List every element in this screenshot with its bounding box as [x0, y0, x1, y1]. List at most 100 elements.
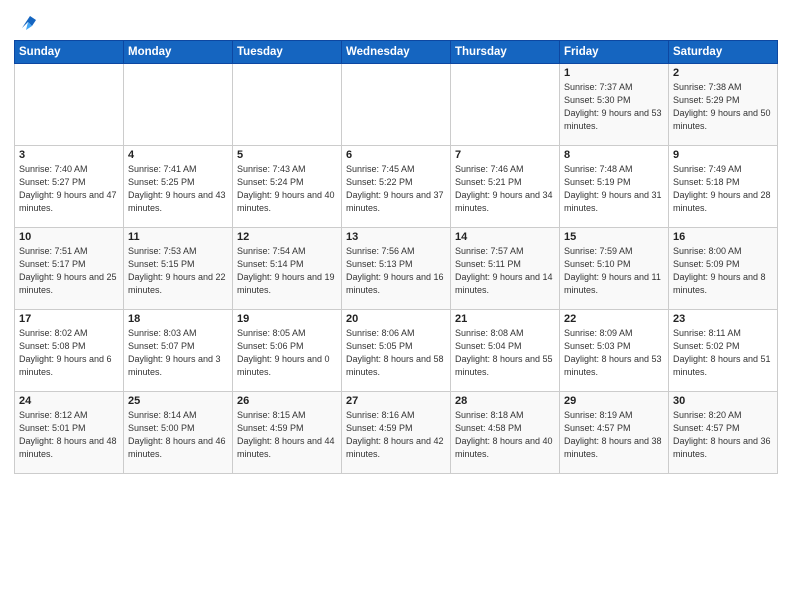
calendar-cell: 17 Sunrise: 8:02 AM Sunset: 5:08 PM Dayli… — [15, 310, 124, 392]
calendar-cell: 3 Sunrise: 7:40 AM Sunset: 5:27 PM Daylig… — [15, 146, 124, 228]
day-number: 29 — [564, 395, 664, 407]
calendar-cell — [342, 64, 451, 146]
day-number: 16 — [673, 231, 773, 243]
day-info: Sunrise: 7:54 AM Sunset: 5:14 PM Dayligh… — [237, 245, 337, 297]
day-number: 11 — [128, 231, 228, 243]
calendar-week-row: 1 Sunrise: 7:37 AM Sunset: 5:30 PM Daylig… — [15, 64, 778, 146]
calendar-week-row: 10 Sunrise: 7:51 AM Sunset: 5:17 PM Dayli… — [15, 228, 778, 310]
calendar-cell: 13 Sunrise: 7:56 AM Sunset: 5:13 PM Dayli… — [342, 228, 451, 310]
day-info: Sunrise: 7:57 AM Sunset: 5:11 PM Dayligh… — [455, 245, 555, 297]
calendar-cell: 26 Sunrise: 8:15 AM Sunset: 4:59 PM Dayli… — [233, 392, 342, 474]
day-number: 22 — [564, 313, 664, 325]
day-number: 19 — [237, 313, 337, 325]
weekday-header: Tuesday — [233, 41, 342, 64]
calendar-cell: 9 Sunrise: 7:49 AM Sunset: 5:18 PM Daylig… — [669, 146, 778, 228]
calendar-week-row: 24Sunrise: 8:12 AM Sunset: 5:01 PM Dayli… — [15, 392, 778, 474]
calendar-cell: 21Sunrise: 8:08 AM Sunset: 5:04 PM Dayli… — [451, 310, 560, 392]
day-info: Sunrise: 7:56 AM Sunset: 5:13 PM Dayligh… — [346, 245, 446, 297]
day-number: 27 — [346, 395, 446, 407]
calendar-cell: 2 Sunrise: 7:38 AM Sunset: 5:29 PM Daylig… — [669, 64, 778, 146]
day-number: 1 — [564, 67, 664, 79]
day-info: Sunrise: 8:02 AM Sunset: 5:08 PM Dayligh… — [19, 327, 119, 379]
day-number: 10 — [19, 231, 119, 243]
day-number: 28 — [455, 395, 555, 407]
calendar-cell: 11 Sunrise: 7:53 AM Sunset: 5:15 PM Dayli… — [124, 228, 233, 310]
calendar-header-row: SundayMondayTuesdayWednesdayThursdayFrid… — [15, 41, 778, 64]
calendar-cell: 27 Sunrise: 8:16 AM Sunset: 4:59 PM Dayli… — [342, 392, 451, 474]
weekday-header: Sunday — [15, 41, 124, 64]
calendar-cell: 22 Sunrise: 8:09 AM Sunset: 5:03 PM Dayli… — [560, 310, 669, 392]
weekday-header: Friday — [560, 41, 669, 64]
day-info: Sunrise: 8:06 AM Sunset: 5:05 PM Dayligh… — [346, 327, 446, 379]
calendar-cell: 28Sunrise: 8:18 AM Sunset: 4:58 PM Dayli… — [451, 392, 560, 474]
day-number: 15 — [564, 231, 664, 243]
day-info: Sunrise: 8:11 AM Sunset: 5:02 PM Dayligh… — [673, 327, 773, 379]
day-info: Sunrise: 7:48 AM Sunset: 5:19 PM Dayligh… — [564, 163, 664, 215]
day-info: Sunrise: 7:45 AM Sunset: 5:22 PM Dayligh… — [346, 163, 446, 215]
day-info: Sunrise: 8:03 AM Sunset: 5:07 PM Dayligh… — [128, 327, 228, 379]
logo — [14, 10, 40, 32]
page-container: SundayMondayTuesdayWednesdayThursdayFrid… — [0, 0, 792, 480]
day-info: Sunrise: 8:15 AM Sunset: 4:59 PM Dayligh… — [237, 409, 337, 461]
day-info: Sunrise: 7:43 AM Sunset: 5:24 PM Dayligh… — [237, 163, 337, 215]
page-header — [14, 10, 778, 32]
day-number: 6 — [346, 149, 446, 161]
calendar-cell: 6 Sunrise: 7:45 AM Sunset: 5:22 PM Daylig… — [342, 146, 451, 228]
weekday-header: Saturday — [669, 41, 778, 64]
calendar-cell: 16 Sunrise: 8:00 AM Sunset: 5:09 PM Dayli… — [669, 228, 778, 310]
calendar-cell: 15 Sunrise: 7:59 AM Sunset: 5:10 PM Dayli… — [560, 228, 669, 310]
day-info: Sunrise: 8:09 AM Sunset: 5:03 PM Dayligh… — [564, 327, 664, 379]
day-info: Sunrise: 7:59 AM Sunset: 5:10 PM Dayligh… — [564, 245, 664, 297]
calendar-week-row: 3 Sunrise: 7:40 AM Sunset: 5:27 PM Daylig… — [15, 146, 778, 228]
calendar-cell: 18 Sunrise: 8:03 AM Sunset: 5:07 PM Dayli… — [124, 310, 233, 392]
calendar-week-row: 17 Sunrise: 8:02 AM Sunset: 5:08 PM Dayli… — [15, 310, 778, 392]
day-number: 4 — [128, 149, 228, 161]
day-info: Sunrise: 8:00 AM Sunset: 5:09 PM Dayligh… — [673, 245, 773, 297]
day-number: 17 — [19, 313, 119, 325]
calendar-cell: 8 Sunrise: 7:48 AM Sunset: 5:19 PM Daylig… — [560, 146, 669, 228]
calendar-cell — [233, 64, 342, 146]
weekday-header: Wednesday — [342, 41, 451, 64]
day-info: Sunrise: 7:40 AM Sunset: 5:27 PM Dayligh… — [19, 163, 119, 215]
calendar-cell — [15, 64, 124, 146]
day-number: 14 — [455, 231, 555, 243]
calendar-cell: 5 Sunrise: 7:43 AM Sunset: 5:24 PM Daylig… — [233, 146, 342, 228]
day-number: 5 — [237, 149, 337, 161]
day-number: 7 — [455, 149, 555, 161]
day-info: Sunrise: 7:49 AM Sunset: 5:18 PM Dayligh… — [673, 163, 773, 215]
calendar-cell: 1 Sunrise: 7:37 AM Sunset: 5:30 PM Daylig… — [560, 64, 669, 146]
weekday-header: Thursday — [451, 41, 560, 64]
day-info: Sunrise: 7:37 AM Sunset: 5:30 PM Dayligh… — [564, 81, 664, 133]
calendar-cell: 12Sunrise: 7:54 AM Sunset: 5:14 PM Dayli… — [233, 228, 342, 310]
day-info: Sunrise: 8:20 AM Sunset: 4:57 PM Dayligh… — [673, 409, 773, 461]
day-number: 2 — [673, 67, 773, 79]
calendar-cell: 14 Sunrise: 7:57 AM Sunset: 5:11 PM Dayli… — [451, 228, 560, 310]
calendar-table: SundayMondayTuesdayWednesdayThursdayFrid… — [14, 40, 778, 474]
day-number: 23 — [673, 313, 773, 325]
calendar-cell: 24Sunrise: 8:12 AM Sunset: 5:01 PM Dayli… — [15, 392, 124, 474]
calendar-cell: 30 Sunrise: 8:20 AM Sunset: 4:57 PM Dayli… — [669, 392, 778, 474]
calendar-cell: 7 Sunrise: 7:46 AM Sunset: 5:21 PM Daylig… — [451, 146, 560, 228]
calendar-cell — [124, 64, 233, 146]
calendar-cell: 20Sunrise: 8:06 AM Sunset: 5:05 PM Dayli… — [342, 310, 451, 392]
day-number: 25 — [128, 395, 228, 407]
day-number: 8 — [564, 149, 664, 161]
calendar-cell — [451, 64, 560, 146]
day-info: Sunrise: 8:16 AM Sunset: 4:59 PM Dayligh… — [346, 409, 446, 461]
weekday-header: Monday — [124, 41, 233, 64]
day-number: 30 — [673, 395, 773, 407]
day-number: 18 — [128, 313, 228, 325]
day-info: Sunrise: 8:19 AM Sunset: 4:57 PM Dayligh… — [564, 409, 664, 461]
day-info: Sunrise: 7:53 AM Sunset: 5:15 PM Dayligh… — [128, 245, 228, 297]
calendar-cell: 4Sunrise: 7:41 AM Sunset: 5:25 PM Daylig… — [124, 146, 233, 228]
calendar-cell: 29 Sunrise: 8:19 AM Sunset: 4:57 PM Dayli… — [560, 392, 669, 474]
day-info: Sunrise: 7:38 AM Sunset: 5:29 PM Dayligh… — [673, 81, 773, 133]
day-number: 13 — [346, 231, 446, 243]
day-number: 9 — [673, 149, 773, 161]
day-number: 3 — [19, 149, 119, 161]
day-info: Sunrise: 7:51 AM Sunset: 5:17 PM Dayligh… — [19, 245, 119, 297]
calendar-cell: 19Sunrise: 8:05 AM Sunset: 5:06 PM Dayli… — [233, 310, 342, 392]
day-number: 21 — [455, 313, 555, 325]
day-info: Sunrise: 7:46 AM Sunset: 5:21 PM Dayligh… — [455, 163, 555, 215]
day-number: 26 — [237, 395, 337, 407]
